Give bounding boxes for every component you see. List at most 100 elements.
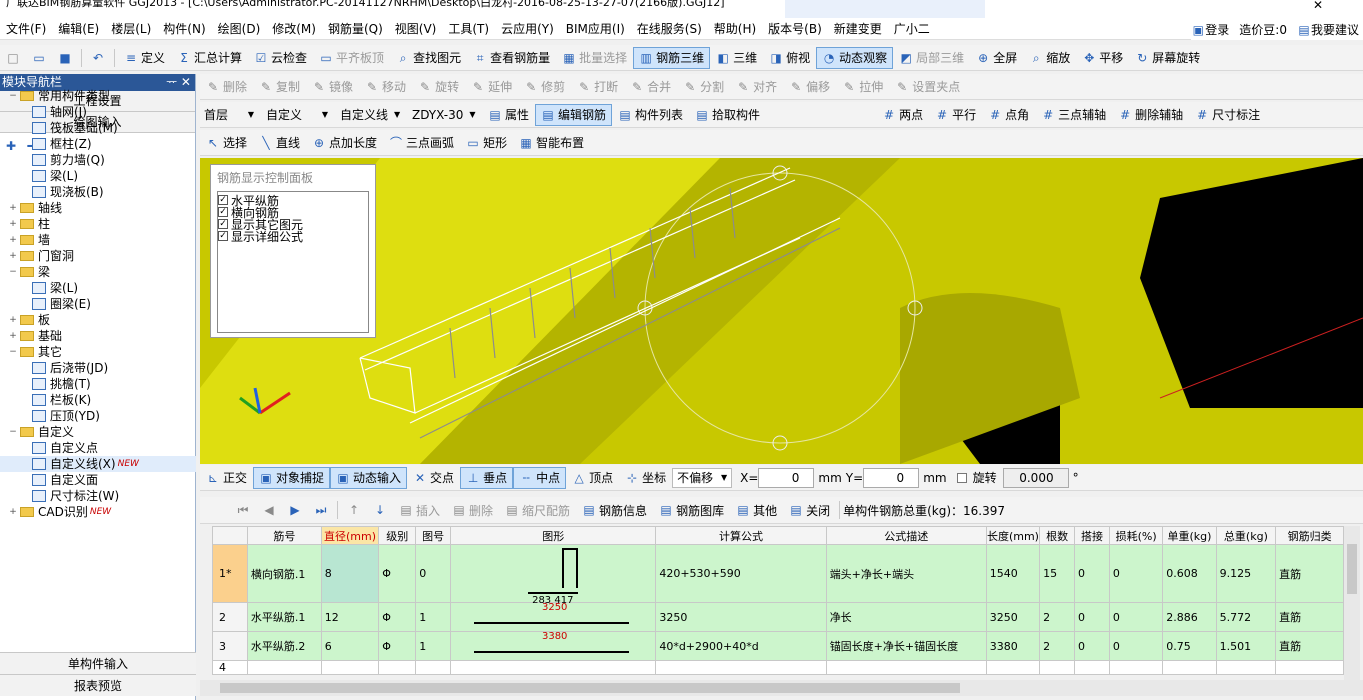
cell-shape[interactable]: 283 417 — [450, 544, 657, 606]
snap-button[interactable]: ▣ 动态输入 — [330, 466, 408, 489]
cell-dia[interactable]: 6 — [320, 631, 380, 661]
tree-node[interactable]: + 柱 — [0, 216, 196, 232]
menu-item[interactable]: 帮助(H) — [708, 18, 762, 39]
snap-button[interactable]: ⊹ 坐标 — [619, 467, 672, 489]
cell-dia[interactable]: 8 — [320, 544, 380, 603]
menu-item[interactable]: 在线服务(S) — [631, 18, 708, 39]
menu-item[interactable]: 构件(N) — [157, 18, 211, 39]
draw-button[interactable]: ⊕ 点加长度 — [306, 132, 383, 154]
snap-button[interactable]: ⊥ 垂点 — [460, 466, 514, 489]
3d-viewport[interactable]: 钢筋显示控制面板 ✓ 水平纵筋 ✓ 横向钢筋 ✓ 显示其它图元 ✓ 显示详细公式 — [200, 158, 1363, 464]
tree-node[interactable]: + 墙 — [0, 232, 196, 248]
cell-shape[interactable]: 3250 — [450, 602, 657, 632]
tree-node[interactable]: 框柱(Z) — [0, 136, 196, 152]
row-number[interactable]: 1* — [212, 544, 248, 603]
close-icon[interactable]: ✕ — [1313, 0, 1323, 12]
tree-node[interactable]: + 基础 — [0, 328, 196, 344]
expander-icon[interactable]: + — [8, 248, 18, 264]
tree-node[interactable]: − 常用构件类型 — [0, 88, 196, 104]
menu-item[interactable]: 钢筋量(Q) — [322, 18, 389, 39]
column-header[interactable]: 总重(kg) — [1215, 526, 1277, 545]
cell-unit[interactable]: 0.75 — [1162, 631, 1217, 661]
element-button[interactable]: ▤ 属性 — [482, 104, 535, 126]
draw-button[interactable]: ▭ 矩形 — [460, 132, 513, 154]
cell-shape[interactable]: 3380 — [450, 631, 657, 661]
expander-icon[interactable]: + — [8, 312, 18, 328]
menu-item[interactable]: 视图(V) — [389, 18, 443, 39]
toolbar1-button[interactable]: ☑ 云检查 — [248, 47, 313, 69]
edit-button[interactable]: ✎ 延伸 — [465, 76, 518, 98]
draw-button[interactable]: ╲ 直线 — [253, 132, 306, 154]
menu-item[interactable]: 工具(T) — [442, 18, 495, 39]
undo-button[interactable]: ↶ — [85, 47, 111, 69]
tree-node[interactable]: 梁(L) — [0, 168, 196, 184]
cell-formula[interactable] — [655, 660, 827, 675]
edit-button[interactable]: ✎ 对齐 — [730, 76, 783, 98]
tree-node[interactable]: + CAD识别 NEW — [0, 504, 196, 520]
snap-button[interactable]: ▣ 对象捕捉 — [253, 466, 331, 489]
cell-formula[interactable]: 420+530+590 — [655, 544, 827, 603]
cell-grade[interactable]: Φ — [378, 544, 417, 603]
edit-button[interactable]: ✎ 设置夹点 — [889, 76, 966, 98]
column-header[interactable]: 单重(kg) — [1162, 526, 1217, 545]
toolbar1-button[interactable]: ⌕ 查找图元 — [390, 47, 467, 69]
toolbar1-button[interactable]: ⊕ 全屏 — [970, 47, 1023, 69]
edit-button[interactable]: ✎ 偏移 — [783, 76, 836, 98]
toolbar1-button[interactable]: ◔ 动态观察 — [816, 46, 894, 69]
edit-button[interactable]: ✎ 删除 — [200, 76, 253, 98]
row-number[interactable]: 4 — [212, 660, 248, 675]
checkbox-icon[interactable]: ✓ — [218, 219, 228, 229]
table-row[interactable]: 1* 横向钢筋.1 8 Φ 0 283 417 420+530+590 端头+净长+端头 154… — [212, 544, 1344, 606]
expander-icon[interactable]: + — [8, 200, 18, 216]
rotate-checkbox[interactable] — [956, 472, 967, 483]
cell-total[interactable]: 1.501 — [1215, 631, 1277, 661]
rebar-button[interactable]: ▤ 关闭 — [783, 499, 836, 521]
cell-unit[interactable]: 2.886 — [1162, 602, 1217, 632]
open-file-button[interactable]: ▭ — [26, 47, 52, 69]
cell-unit[interactable]: 0.608 — [1162, 544, 1217, 603]
cell-name[interactable]: 水平纵筋.1 — [246, 602, 322, 632]
cell-len[interactable]: 3250 — [985, 602, 1041, 632]
new-file-button[interactable]: □ — [0, 47, 26, 69]
toolbar1-button[interactable]: ◧ 三维 — [710, 47, 763, 69]
aux-button[interactable]: # 点角 — [982, 104, 1035, 126]
column-header[interactable]: 计算公式 — [655, 526, 827, 545]
toolbar1-button[interactable]: ✥ 平移 — [1076, 47, 1129, 69]
rebar-button[interactable]: ▤ 缩尺配筋 — [499, 499, 576, 521]
row-number[interactable]: 2 — [212, 602, 248, 632]
tree-node[interactable]: + 门窗洞 — [0, 248, 196, 264]
expander-icon[interactable]: + — [8, 232, 18, 248]
cell-grade[interactable]: Φ — [378, 631, 417, 661]
edit-button[interactable]: ✎ 打断 — [571, 76, 624, 98]
tree-node[interactable]: + 轴线 — [0, 200, 196, 216]
tree-node[interactable]: 现浇板(B) — [0, 184, 196, 200]
menu-item[interactable]: 楼层(L) — [105, 18, 157, 39]
cell-len[interactable]: 3380 — [985, 631, 1041, 661]
tree-node[interactable]: 栏板(K) — [0, 392, 196, 408]
column-header[interactable]: 图形 — [450, 526, 657, 545]
cell-fig[interactable]: 1 — [415, 602, 452, 632]
suggest-button[interactable]: ▤我要建议 — [1297, 21, 1359, 38]
rebar-button[interactable]: ▤ 钢筋信息 — [576, 499, 653, 521]
cell-count[interactable] — [1039, 660, 1076, 675]
element-button[interactable]: ▤ 编辑钢筋 — [535, 103, 613, 126]
tree-node[interactable]: 压顶(YD) — [0, 408, 196, 424]
cell-fig[interactable]: 0 — [415, 544, 452, 603]
toolbar1-button[interactable]: Σ 汇总计算 — [171, 47, 248, 69]
cell-loss[interactable]: 0 — [1108, 631, 1164, 661]
move-down-button[interactable]: ↓ — [367, 499, 393, 521]
column-header[interactable]: 级别 — [378, 526, 417, 545]
column-header[interactable]: 直径(mm) — [320, 526, 380, 545]
toolbar1-button[interactable]: ▥ 钢筋三维 — [633, 46, 711, 69]
column-header[interactable]: 图号 — [415, 526, 452, 545]
tree-node[interactable]: 筏板基础(M) — [0, 120, 196, 136]
vertical-scrollbar[interactable] — [1344, 526, 1360, 680]
aux-button[interactable]: # 尺寸标注 — [1189, 104, 1266, 126]
expander-icon[interactable]: − — [8, 88, 18, 104]
edit-button[interactable]: ✎ 修剪 — [518, 76, 571, 98]
column-header[interactable]: 损耗(%) — [1108, 526, 1164, 545]
tree-node[interactable]: 轴网(J) — [0, 104, 196, 120]
cell-fig[interactable]: 1 — [415, 631, 452, 661]
menu-item[interactable]: BIM应用(I) — [560, 18, 631, 39]
expander-icon[interactable]: + — [8, 328, 18, 344]
